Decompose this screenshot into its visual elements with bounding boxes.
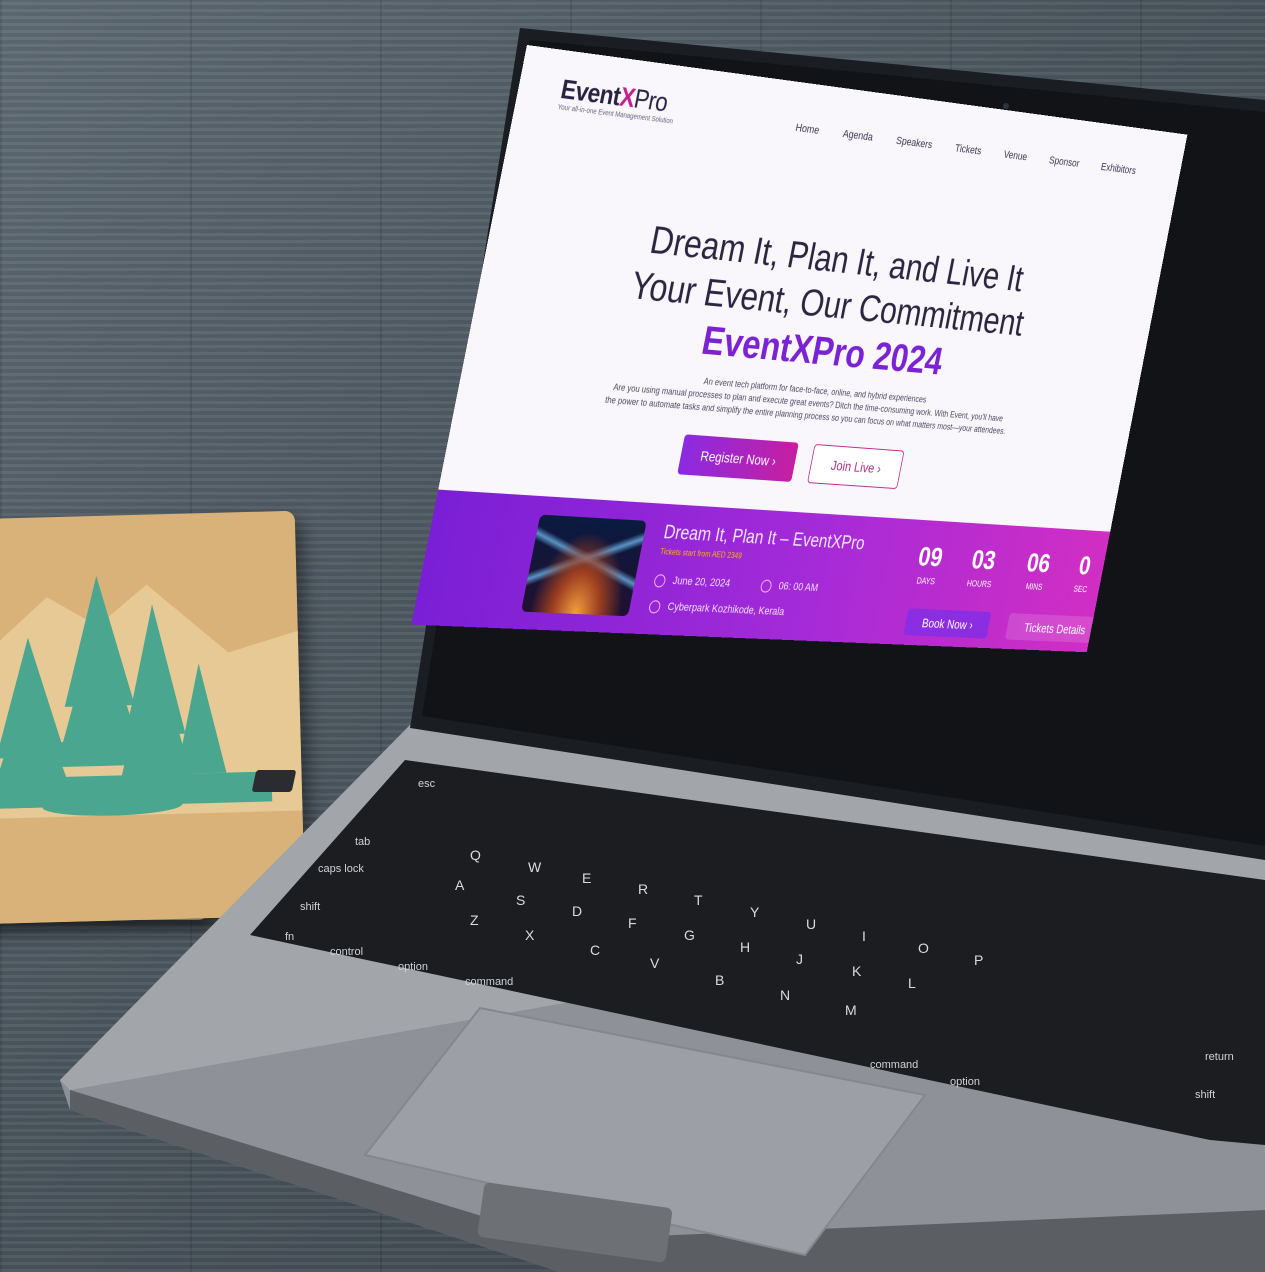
key-i[interactable]: I — [862, 928, 866, 944]
countdown-mins: 06 MINS — [1022, 548, 1053, 592]
book-now-button[interactable]: Book Now › — [903, 608, 991, 638]
key-z[interactable]: Z — [470, 912, 479, 928]
nav-tickets[interactable]: Tickets — [954, 143, 982, 158]
laptop-screen: EventXPro Your all-in-one Event Manageme… — [411, 45, 1187, 652]
event-date: June 20, 2024 — [672, 575, 732, 590]
clock-icon — [760, 579, 773, 592]
key-option-right[interactable]: option — [950, 1076, 980, 1088]
nav-venue[interactable]: Venue — [1003, 149, 1028, 163]
key-q[interactable]: Q — [470, 847, 481, 863]
key-command[interactable]: command — [465, 976, 513, 988]
key-y[interactable]: Y — [750, 904, 760, 920]
key-k[interactable]: K — [852, 963, 862, 979]
key-b[interactable]: B — [715, 972, 724, 988]
key-return[interactable]: return — [1205, 1051, 1234, 1063]
join-live-button[interactable]: Join Live › — [807, 444, 904, 489]
key-w[interactable]: W — [528, 859, 542, 875]
key-e[interactable]: E — [582, 870, 591, 886]
event-price: Tickets start from AED 2349 — [659, 547, 742, 560]
location-pin-icon — [648, 600, 661, 613]
key-o[interactable]: O — [918, 940, 929, 956]
key-a[interactable]: A — [455, 877, 465, 893]
nav-speakers[interactable]: Speakers — [895, 135, 933, 151]
key-x[interactable]: X — [525, 927, 535, 943]
key-u[interactable]: U — [806, 916, 816, 932]
key-t[interactable]: T — [694, 892, 703, 908]
countdown-secs: 0 SEC — [1073, 551, 1095, 595]
key-f[interactable]: F — [628, 915, 637, 931]
calendar-icon — [653, 574, 666, 588]
nav-sponsor[interactable]: Sponsor — [1048, 155, 1080, 170]
event-thumbnail[interactable] — [521, 515, 647, 617]
key-s[interactable]: S — [516, 892, 525, 908]
key-n[interactable]: N — [780, 987, 790, 1003]
key-control[interactable]: control — [330, 946, 363, 958]
register-now-button[interactable]: Register Now › — [677, 434, 799, 482]
key-option[interactable]: option — [398, 961, 428, 973]
event-band: Dream It, Plan It – EventXPro Tickets st… — [411, 490, 1110, 653]
nav-agenda[interactable]: Agenda — [842, 128, 874, 144]
key-shift-right[interactable]: shift — [1195, 1089, 1215, 1101]
main-nav: Home Agenda Speakers Tickets Venue Spons… — [794, 122, 1136, 177]
countdown-hours: 03 HOURS — [966, 544, 999, 589]
key-r[interactable]: R — [638, 881, 648, 897]
key-fn[interactable]: fn — [285, 931, 294, 943]
key-l[interactable]: L — [908, 975, 916, 991]
key-shift-left[interactable]: shift — [300, 901, 320, 913]
key-command-right[interactable]: command — [870, 1059, 918, 1071]
key-v[interactable]: V — [650, 955, 660, 971]
event-time: 06: 00 AM — [777, 580, 819, 594]
desk-scene: esc tab caps lock shift fn control optio… — [0, 0, 1265, 1272]
key-tab[interactable]: tab — [355, 836, 370, 848]
nav-exhibitors[interactable]: Exhibitors — [1100, 161, 1137, 177]
key-g[interactable]: G — [684, 927, 695, 943]
event-location: Cyberpark Kozhikode, Kerala — [666, 601, 785, 618]
countdown-days: 09 DAYS — [913, 541, 945, 586]
key-p[interactable]: P — [974, 952, 983, 968]
nav-home[interactable]: Home — [794, 122, 820, 137]
key-j[interactable]: J — [796, 951, 803, 967]
key-esc[interactable]: esc — [418, 778, 436, 790]
key-m[interactable]: M — [845, 1002, 857, 1018]
key-c[interactable]: C — [590, 942, 600, 958]
key-caps-lock[interactable]: caps lock — [318, 863, 364, 875]
key-h[interactable]: H — [740, 939, 750, 955]
key-d[interactable]: D — [572, 903, 582, 919]
